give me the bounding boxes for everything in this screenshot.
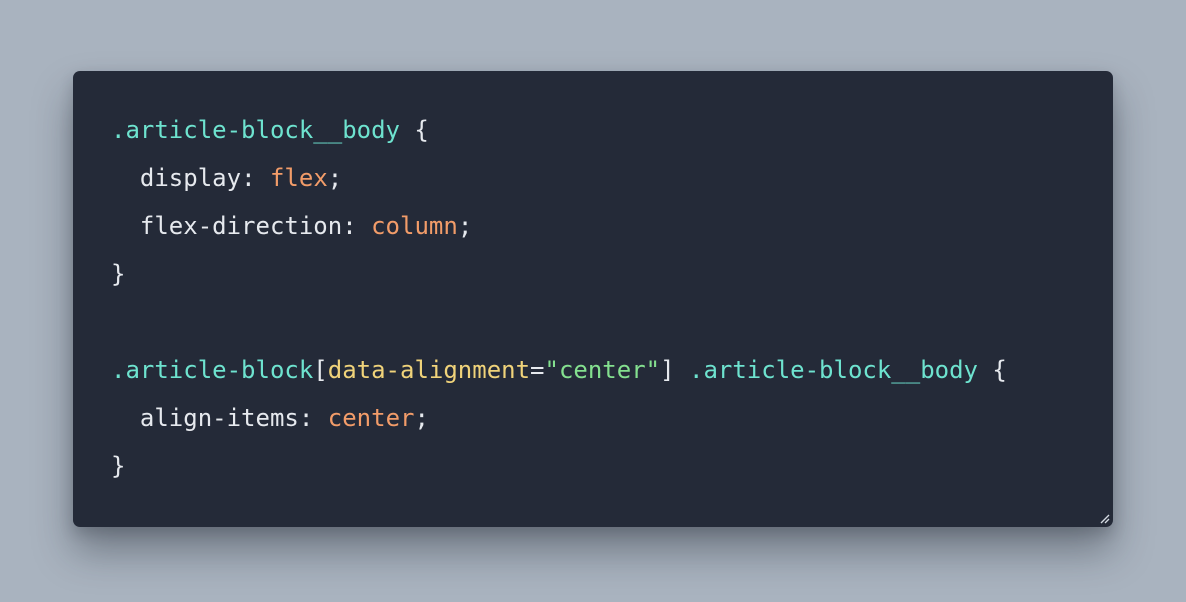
code-line-7: align-items: center; — [111, 394, 1007, 442]
open-brace-token: { — [977, 356, 1007, 384]
property-token: display — [139, 164, 242, 192]
semicolon-token: ; — [457, 212, 473, 240]
code-line-3: flex-direction: column; — [111, 202, 1007, 250]
semicolon-token: ; — [414, 404, 429, 432]
property-token: align-items — [139, 404, 299, 432]
code-line-2: display: flex; — [111, 154, 1007, 202]
code-line-1: .article-block__body { — [111, 106, 1007, 154]
resize-handle-icon[interactable] — [1098, 512, 1110, 524]
code-line-5-blank — [111, 298, 1007, 346]
value-token: column — [371, 212, 458, 240]
open-bracket-token: [ — [313, 356, 328, 384]
value-token: center — [327, 404, 415, 432]
string-token: "center" — [544, 356, 661, 384]
close-brace-token: } — [111, 260, 126, 288]
value-token: flex — [269, 164, 328, 192]
selector-token: .article-block — [111, 356, 314, 384]
attribute-token: data-alignment — [327, 356, 531, 384]
close-brace-token: } — [111, 452, 126, 480]
colon-token: : — [241, 164, 270, 192]
code-content: .article-block__body { display: flex; fl… — [111, 106, 1007, 490]
semicolon-token: ; — [327, 164, 343, 192]
close-bracket-token: ] — [660, 356, 675, 384]
colon-token: : — [342, 212, 372, 240]
open-brace-token: { — [399, 116, 429, 144]
code-block: .article-block__body { display: flex; fl… — [73, 71, 1113, 527]
code-line-8: } — [111, 442, 1007, 490]
equals-token: = — [530, 356, 545, 384]
code-line-6: .article-block[data-alignment="center"] … — [111, 346, 1007, 394]
selector-token: .article-block__body — [689, 356, 978, 384]
code-line-4: } — [111, 250, 1007, 298]
colon-token: : — [298, 404, 328, 432]
selector-token: .article-block__body — [111, 116, 400, 144]
property-token: flex-direction — [139, 212, 343, 240]
